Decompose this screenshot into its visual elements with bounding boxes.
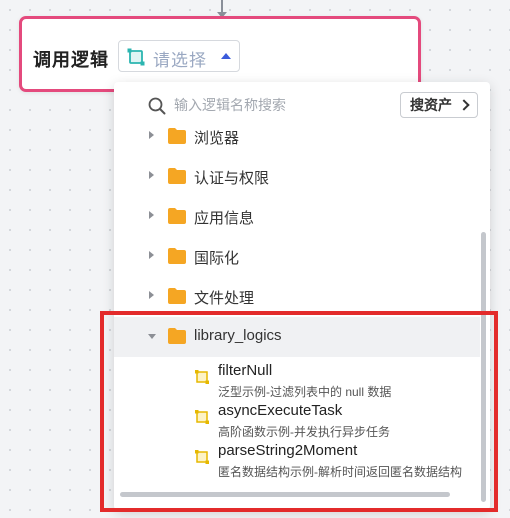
tree-folder-label: library_logics <box>194 327 282 344</box>
caret-up-icon[interactable] <box>221 53 231 59</box>
search-assets-label: 搜资产 <box>410 97 452 113</box>
logic-dropdown: 搜资产 浏览器 认证与权限 应用信息 国际化 文件处理 library_logi… <box>114 82 490 510</box>
folder-icon <box>168 168 186 189</box>
vertical-scrollbar[interactable] <box>481 232 486 502</box>
logic-icon <box>194 369 210 390</box>
logic-icon <box>194 449 210 470</box>
logic-item-filter-null[interactable]: filterNull 泛型示例-过滤列表中的 null 数据 <box>114 359 480 399</box>
tree-folder-file[interactable]: 文件处理 <box>114 277 480 317</box>
call-logic-node[interactable]: 调用逻辑 请选择 <box>19 16 421 92</box>
tree-folder-browser[interactable]: 浏览器 <box>114 117 480 157</box>
tree-folder-label: 应用信息 <box>194 210 255 227</box>
search-input[interactable] <box>174 94 394 116</box>
logic-description: 匿名数据结构示例-解析时间返回匿名数据结构 <box>218 465 462 479</box>
expand-arrow-icon[interactable] <box>149 171 154 179</box>
logic-description: 高阶函数示例-并发执行异步任务 <box>218 425 390 439</box>
logic-description: 泛型示例-过滤列表中的 null 数据 <box>218 385 392 399</box>
tree-folder-auth[interactable]: 认证与权限 <box>114 157 480 197</box>
logic-item-async-execute-task[interactable]: asyncExecuteTask 高阶函数示例-并发执行异步任务 <box>114 399 480 439</box>
logic-name: asyncExecuteTask <box>218 402 343 419</box>
node-title: 调用逻辑 <box>33 50 109 70</box>
logic-icon <box>194 409 210 430</box>
tree-folder-library-logics[interactable]: library_logics <box>114 317 480 357</box>
tree-folder-app-info[interactable]: 应用信息 <box>114 197 480 237</box>
folder-icon <box>168 128 186 149</box>
expand-arrow-icon[interactable] <box>149 291 154 299</box>
folder-icon <box>168 288 186 309</box>
expand-arrow-icon[interactable] <box>149 131 154 139</box>
tree-folder-label: 文件处理 <box>194 290 255 307</box>
folder-icon <box>168 248 186 269</box>
folder-icon <box>168 208 186 229</box>
collapse-arrow-icon[interactable] <box>148 334 156 339</box>
logic-name: parseString2Moment <box>218 442 358 459</box>
logic-name: filterNull <box>218 362 273 379</box>
search-assets-button[interactable]: 搜资产 <box>400 92 478 118</box>
logic-icon <box>125 46 147 73</box>
tree-folder-i18n[interactable]: 国际化 <box>114 237 480 277</box>
logic-item-parse-string-2-moment[interactable]: parseString2Moment 匿名数据结构示例-解析时间返回匿名数据结构 <box>114 439 480 479</box>
tree-folder-label: 国际化 <box>194 250 240 267</box>
tree-folder-label: 认证与权限 <box>194 170 270 187</box>
expand-arrow-icon[interactable] <box>149 211 154 219</box>
folder-icon <box>168 328 186 349</box>
logic-select[interactable]: 请选择 <box>118 40 240 72</box>
chevron-right-icon <box>458 99 470 111</box>
horizontal-scrollbar[interactable] <box>120 492 450 497</box>
tree-folder-label: 浏览器 <box>194 130 240 147</box>
expand-arrow-icon[interactable] <box>149 251 154 259</box>
logic-select-placeholder: 请选择 <box>153 51 207 70</box>
